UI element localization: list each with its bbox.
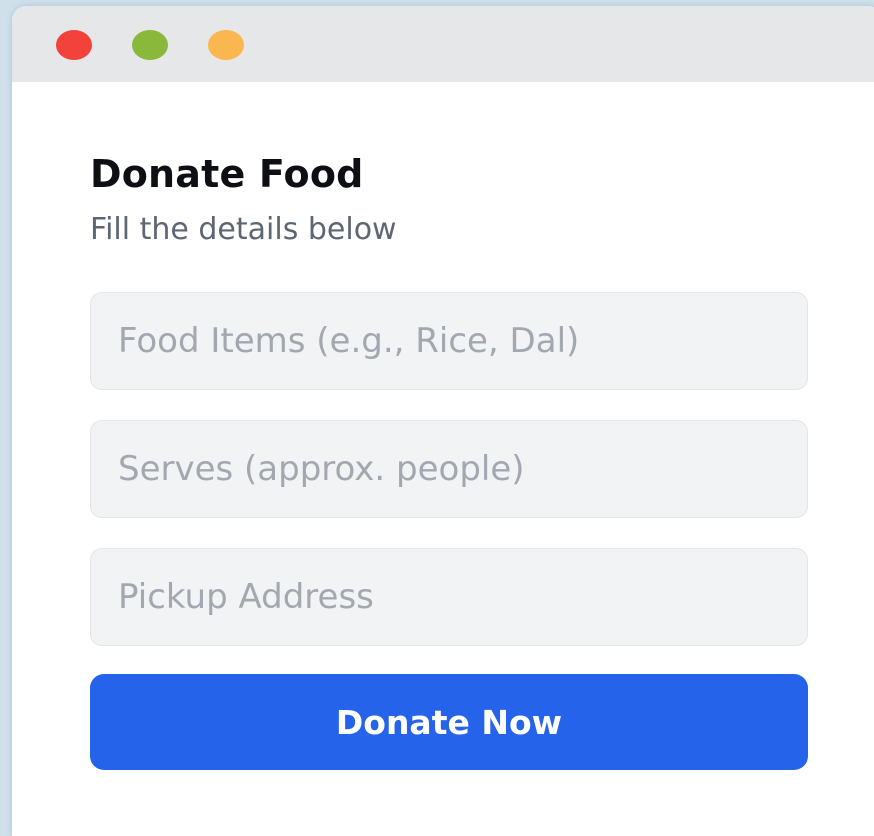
maximize-window-button[interactable] <box>208 30 244 60</box>
close-window-button[interactable] <box>56 30 92 60</box>
pickup-address-field[interactable] <box>90 548 808 646</box>
serves-field[interactable] <box>90 420 808 518</box>
app-window: Donate Food Fill the details below Donat… <box>12 6 874 836</box>
window-titlebar <box>12 6 874 82</box>
food-items-field[interactable] <box>90 292 808 390</box>
pickup-address-input[interactable] <box>118 577 807 617</box>
food-items-input[interactable] <box>118 321 807 361</box>
minimize-window-button[interactable] <box>132 30 168 60</box>
donate-now-button[interactable]: Donate Now <box>90 674 808 770</box>
serves-input[interactable] <box>118 449 807 489</box>
form-title: Donate Food <box>90 152 364 196</box>
form-subtitle: Fill the details below <box>90 212 397 247</box>
